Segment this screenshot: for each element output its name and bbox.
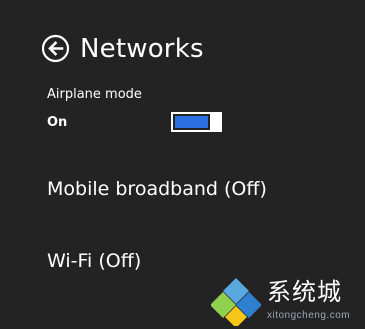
network-item-wifi[interactable]: Wi-Fi (Off)	[47, 250, 141, 272]
toggle-fill	[175, 116, 208, 128]
watermark-text: 系统城	[267, 278, 342, 306]
networks-panel: Networks Airplane mode On Mobile broadba…	[0, 0, 365, 329]
networks-header[interactable]: Networks	[41, 34, 204, 63]
watermark-logo-icon	[211, 278, 261, 326]
toggle-knob[interactable]	[210, 114, 220, 130]
network-item-mobile-broadband[interactable]: Mobile broadband (Off)	[47, 178, 267, 200]
airplane-mode-toggle[interactable]	[171, 112, 222, 132]
page-title: Networks	[80, 33, 204, 64]
airplane-mode-state: On	[47, 114, 68, 130]
watermark-subtext: xitongcheng.com	[267, 310, 351, 321]
airplane-mode-label: Airplane mode	[47, 87, 142, 102]
watermark: 系统城 xitongcheng.com	[211, 276, 361, 326]
airplane-mode-setting: Airplane mode On	[47, 87, 347, 132]
back-arrow-icon[interactable]	[41, 34, 70, 63]
airplane-mode-row: On	[47, 112, 347, 132]
